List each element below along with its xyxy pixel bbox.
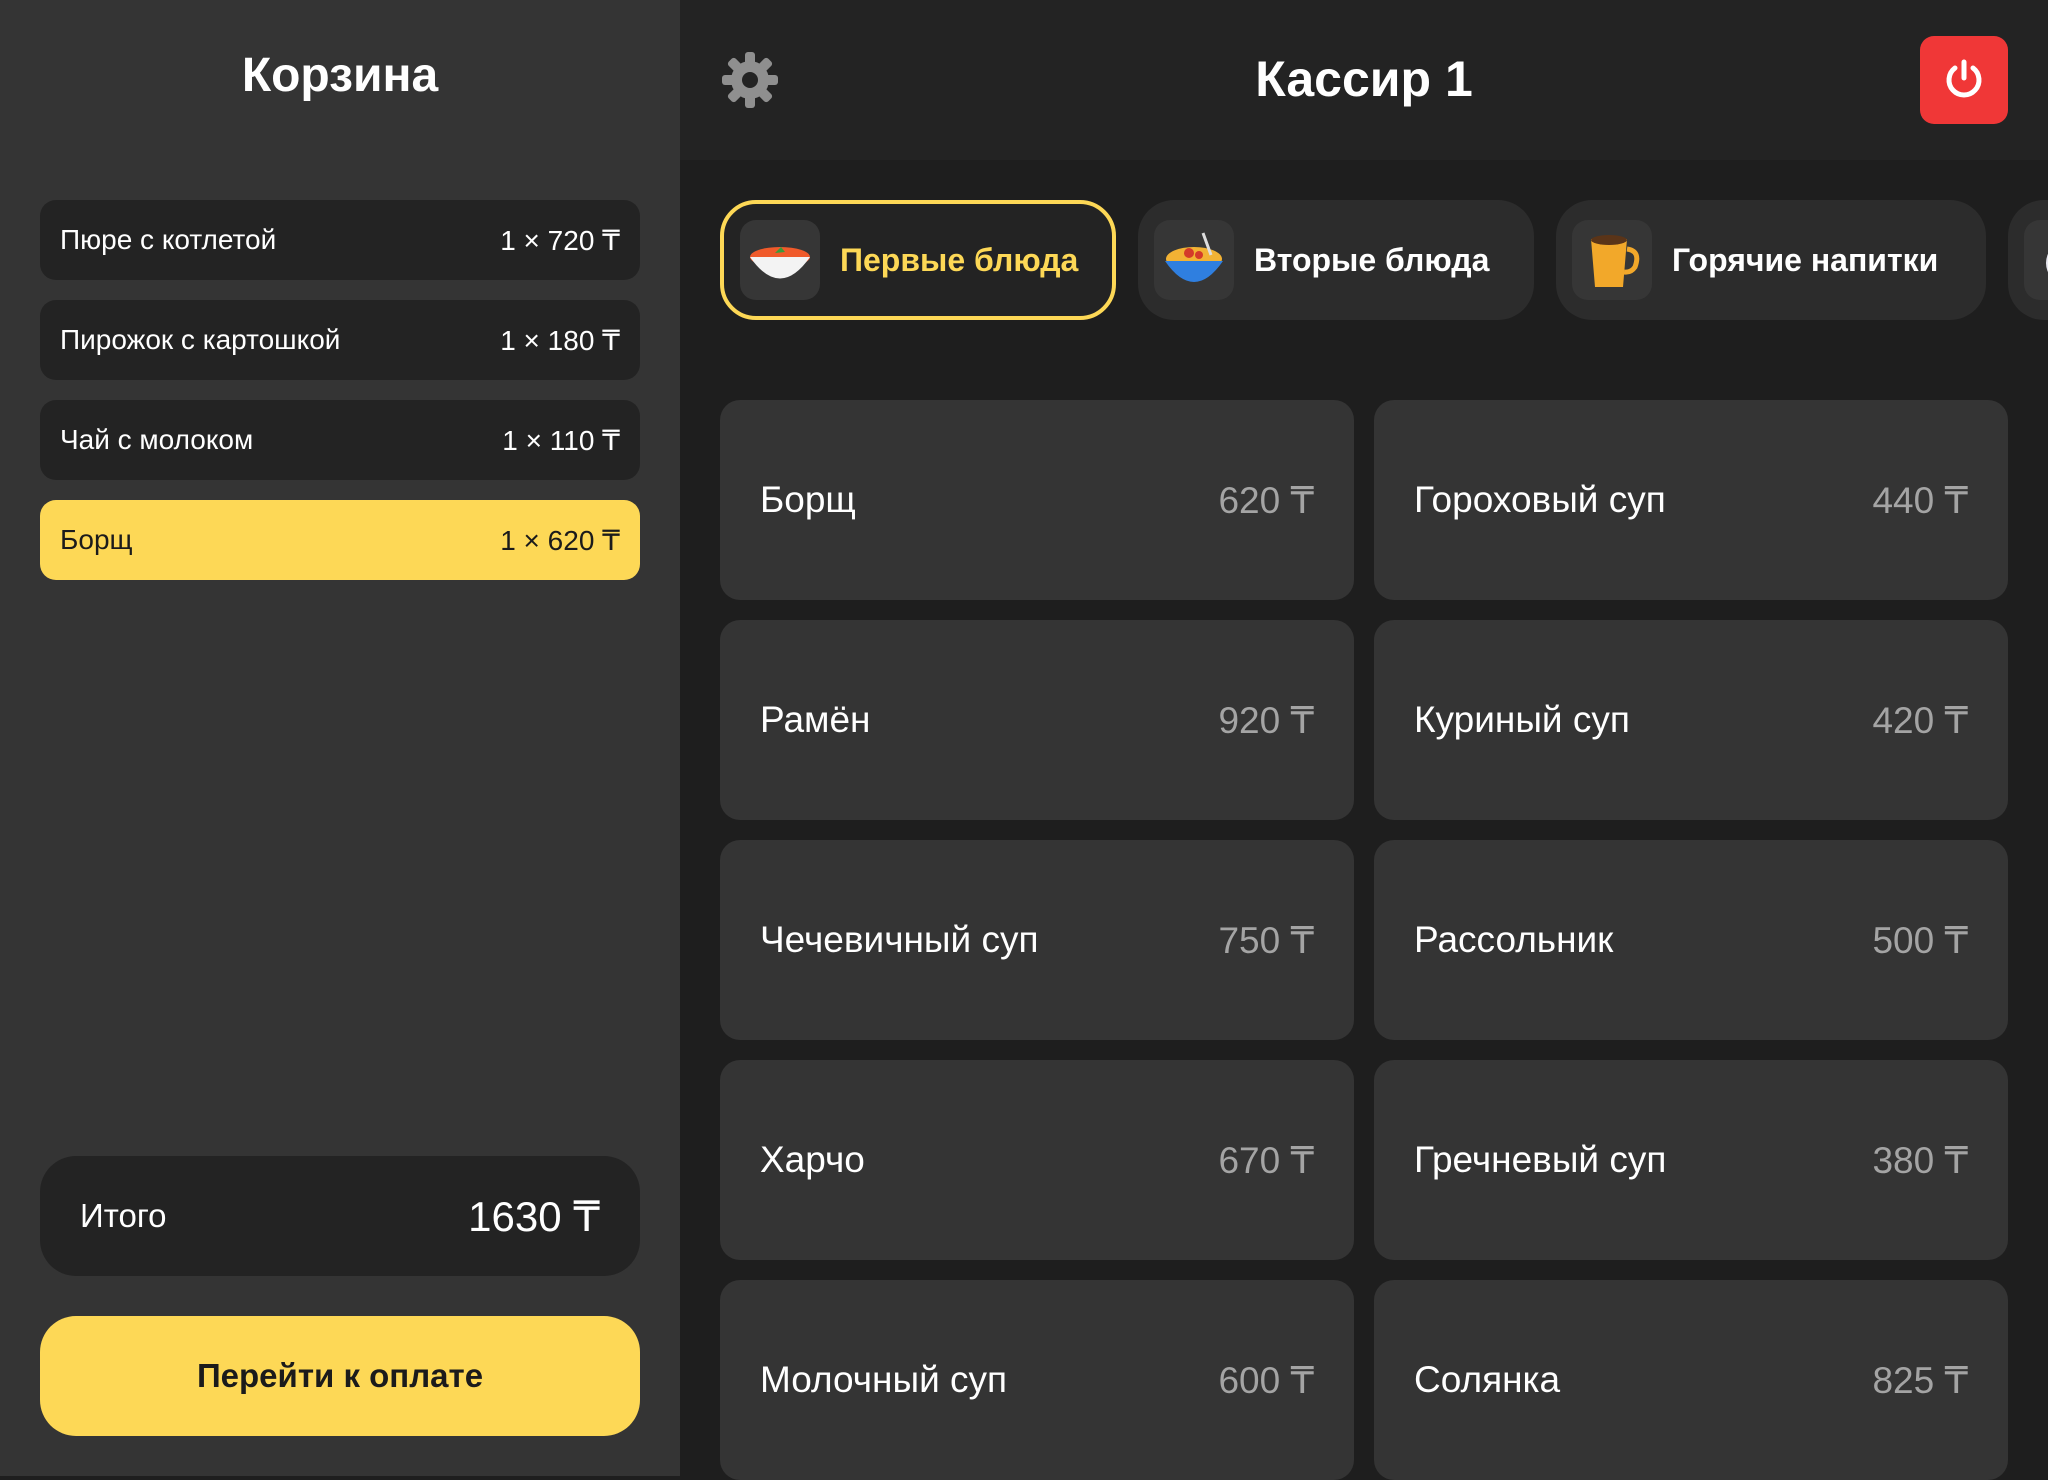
cashier-title: Кассир 1 bbox=[1255, 51, 1473, 107]
cart-panel: Корзина Пюре с котлетой 1 × 720 ₸ Пирожо… bbox=[0, 0, 680, 1476]
cart-item-selected[interactable]: Борщ 1 × 620 ₸ bbox=[40, 500, 640, 580]
product-price: 620 ₸ bbox=[1218, 479, 1314, 521]
product-price: 670 ₸ bbox=[1218, 1139, 1314, 1181]
product-card[interactable]: Чечевичный суп 750 ₸ bbox=[720, 840, 1354, 1040]
cart-list: Пюре с котлетой 1 × 720 ₸ Пирожок с карт… bbox=[40, 200, 640, 600]
product-name: Гороховый суп bbox=[1414, 479, 1666, 520]
product-name: Солянка bbox=[1414, 1359, 1561, 1400]
cart-item-qty: 1 × 180 ₸ bbox=[500, 324, 620, 356]
tab-first-courses[interactable]: Первые блюда bbox=[720, 200, 1116, 320]
checkout-button[interactable]: Перейти к оплате bbox=[40, 1316, 640, 1436]
pasta-bowl-icon bbox=[1154, 220, 1234, 300]
product-price: 420 ₸ bbox=[1872, 699, 1968, 741]
cart-item-qty: 1 × 620 ₸ bbox=[500, 524, 620, 556]
cart-item-name: Пирожок с картошкой bbox=[60, 324, 341, 355]
total-value: 1630 ₸ bbox=[468, 1192, 600, 1240]
product-price: 600 ₸ bbox=[1218, 1359, 1314, 1401]
product-card[interactable]: Борщ 620 ₸ bbox=[720, 400, 1354, 600]
product-card[interactable]: Гречневый суп 380 ₸ bbox=[1374, 1060, 2008, 1260]
product-card[interactable]: Гороховый суп 440 ₸ bbox=[1374, 400, 2008, 600]
product-price: 380 ₸ bbox=[1872, 1139, 1968, 1181]
product-card[interactable]: Солянка 825 ₸ bbox=[1374, 1280, 2008, 1480]
product-card[interactable]: Куриный суп 420 ₸ bbox=[1374, 620, 2008, 820]
cart-total: Итого 1630 ₸ bbox=[40, 1156, 640, 1276]
cart-item-name: Пюре с котлетой bbox=[60, 224, 277, 255]
product-name: Куриный суп bbox=[1414, 699, 1630, 740]
product-name: Чечевичный суп bbox=[760, 919, 1039, 960]
tab-hot-drinks[interactable]: Горячие напитки bbox=[1556, 200, 1986, 320]
power-button[interactable] bbox=[1920, 36, 2008, 124]
pos-app: Корзина Пюре с котлетой 1 × 720 ₸ Пирожо… bbox=[0, 0, 2048, 1480]
power-icon bbox=[1946, 59, 1982, 98]
tab-label: Первые блюда bbox=[840, 241, 1079, 278]
product-name: Молочный суп bbox=[760, 1359, 1008, 1400]
product-price: 920 ₸ bbox=[1218, 699, 1314, 741]
tab-label: Горячие напитки bbox=[1672, 241, 1939, 278]
product-price: 440 ₸ bbox=[1872, 479, 1968, 521]
soup-bowl-icon bbox=[740, 220, 820, 300]
cart-item[interactable]: Чай с молоком 1 × 110 ₸ bbox=[40, 400, 640, 480]
cart-item[interactable]: Пирожок с картошкой 1 × 180 ₸ bbox=[40, 300, 640, 380]
product-name: Гречневый суп bbox=[1414, 1139, 1667, 1180]
product-card[interactable]: Рассольник 500 ₸ bbox=[1374, 840, 2008, 1040]
product-name: Борщ bbox=[760, 479, 856, 520]
cart-item[interactable]: Пюре с котлетой 1 × 720 ₸ bbox=[40, 200, 640, 280]
product-card[interactable]: Харчо 670 ₸ bbox=[720, 1060, 1354, 1260]
product-price: 750 ₸ bbox=[1218, 919, 1314, 961]
top-bar: Кассир 1 bbox=[680, 0, 2048, 160]
tab-label: Вторые блюда bbox=[1254, 241, 1490, 278]
product-price: 825 ₸ bbox=[1872, 1359, 1968, 1401]
total-label: Итого bbox=[80, 1197, 167, 1234]
product-name: Рассольник bbox=[1414, 919, 1614, 960]
cart-item-name: Чай с молоком bbox=[60, 424, 254, 455]
product-name: Рамён bbox=[760, 699, 871, 740]
product-name: Харчо bbox=[760, 1139, 865, 1180]
cart-item-qty: 1 × 110 ₸ bbox=[502, 424, 620, 456]
product-price: 500 ₸ bbox=[1872, 919, 1968, 961]
cart-item-name: Борщ bbox=[60, 524, 133, 555]
product-card[interactable]: Молочный суп 600 ₸ bbox=[720, 1280, 1354, 1480]
drink-icon bbox=[2024, 220, 2048, 300]
cart-title: Корзина bbox=[241, 49, 439, 102]
category-tabs: Первые блюда Вторые блюда Горячие напитк… bbox=[680, 200, 2048, 320]
cart-item-qty: 1 × 720 ₸ bbox=[500, 224, 620, 256]
tab-more-partial[interactable] bbox=[2008, 200, 2048, 320]
product-card[interactable]: Рамён 920 ₸ bbox=[720, 620, 1354, 820]
coffee-mug-icon bbox=[1572, 220, 1652, 300]
tab-second-courses[interactable]: Вторые блюда bbox=[1138, 200, 1534, 320]
